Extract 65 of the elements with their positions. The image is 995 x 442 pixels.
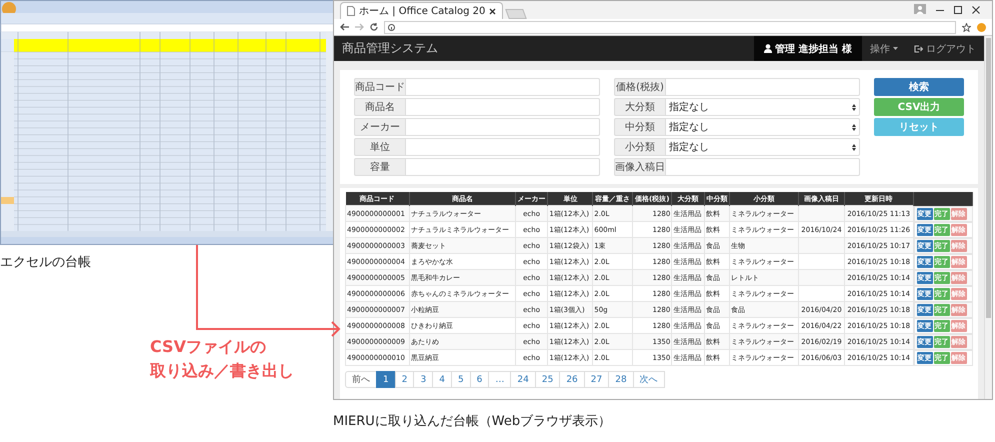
user-icon[interactable] [914, 4, 926, 14]
action-button[interactable]: 検索 [874, 78, 964, 96]
person-icon [764, 44, 772, 53]
figure-caption: MIERUに取り込んだ台帳（Webブラウザ表示） [333, 413, 612, 430]
info-icon [388, 24, 395, 30]
extension-icon[interactable] [977, 22, 986, 32]
address-field[interactable] [384, 20, 956, 34]
back-icon[interactable] [340, 23, 349, 31]
page-link[interactable]: 4 [432, 371, 452, 388]
browser-tab[interactable]: ホーム | Office Catalog 20 [340, 2, 504, 19]
page-link[interactable]: 26 [559, 371, 585, 388]
figure-caption: エクセルの台帳 [0, 254, 92, 271]
page-link[interactable]: 2 [394, 371, 414, 388]
app-title[interactable]: 商品管理システム [334, 40, 438, 57]
field-label: 商品名 [354, 98, 406, 116]
select-arrows-icon [852, 144, 856, 150]
page-icon [347, 6, 355, 16]
field-label: 価格(税抜) [614, 78, 666, 96]
new-tab-button[interactable] [506, 9, 528, 19]
page-link[interactable]: 1 [376, 371, 396, 388]
field-label: 大分類 [614, 98, 666, 116]
operations-menu[interactable]: 操作 [862, 36, 906, 61]
select-arrows-icon [852, 124, 856, 130]
field-label: 容量 [354, 158, 406, 176]
select-field[interactable]: 指定なし [666, 118, 860, 136]
reload-icon[interactable] [370, 23, 378, 31]
scrollbar[interactable] [984, 36, 992, 399]
page-link[interactable]: 3 [413, 371, 434, 388]
input-field[interactable] [666, 78, 860, 96]
caret-icon [893, 47, 898, 50]
page-link[interactable]: … [488, 371, 512, 388]
user-menu[interactable]: 管理 進捗担当 様 [754, 36, 862, 61]
logout-link[interactable]: ログアウト [906, 36, 984, 61]
input-field[interactable] [406, 118, 600, 136]
flow-label: CSVファイルの 取り込み／書き出し [150, 336, 295, 382]
star-icon[interactable] [962, 22, 971, 32]
input-field[interactable] [406, 78, 600, 96]
page-link[interactable]: 前へ [345, 371, 377, 388]
tab-title: ホーム | Office Catalog 20 [359, 5, 486, 18]
page-link[interactable]: 5 [450, 371, 471, 388]
close-icon[interactable] [489, 8, 496, 14]
page-link[interactable]: 25 [534, 371, 560, 388]
field-label: 小分類 [614, 138, 666, 156]
field-label: 画像入稿日 [614, 158, 666, 176]
action-button[interactable]: CSV出力 [874, 98, 964, 116]
input-field[interactable] [406, 98, 600, 116]
select-field[interactable]: 指定なし [666, 98, 860, 116]
page-link[interactable]: 6 [470, 371, 490, 388]
page-link[interactable]: 24 [510, 371, 536, 388]
page-link[interactable]: 次へ [632, 371, 665, 388]
logout-icon [914, 44, 923, 52]
page-link[interactable]: 27 [584, 371, 610, 388]
field-label: 商品コード [354, 78, 406, 96]
field-label: メーカー [354, 118, 406, 136]
input-field[interactable] [406, 158, 600, 176]
input-field[interactable] [666, 158, 860, 176]
maximize-icon[interactable] [954, 6, 962, 14]
input-field[interactable] [406, 138, 600, 156]
field-label: 単位 [354, 138, 406, 156]
close-icon[interactable] [972, 6, 980, 14]
page-link[interactable]: 28 [608, 371, 634, 388]
select-field[interactable]: 指定なし [666, 138, 860, 156]
field-label: 中分類 [614, 118, 666, 136]
forward-icon[interactable] [355, 23, 364, 31]
select-arrows-icon [852, 104, 856, 110]
